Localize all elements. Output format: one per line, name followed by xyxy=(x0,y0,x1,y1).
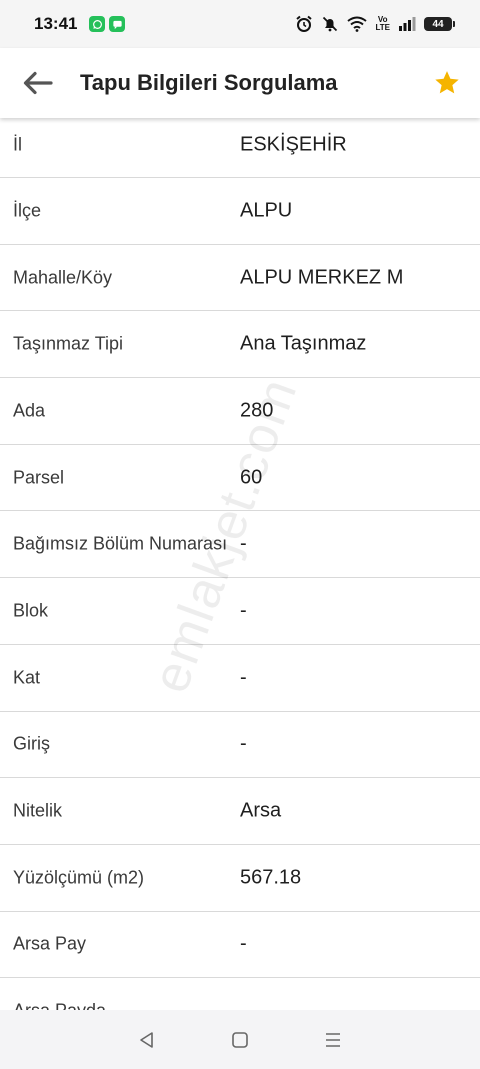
detail-row-yuzolcumu: Yüzölçümü (m2) 567.18 xyxy=(0,845,480,912)
messages-icon xyxy=(109,16,126,32)
row-value: 567.18 xyxy=(240,866,302,889)
notification-icons xyxy=(89,16,126,32)
row-value: - xyxy=(240,932,247,955)
detail-row-parsel: Parsel 60 xyxy=(0,445,480,512)
whatsapp-icon xyxy=(89,16,106,32)
row-label: Blok xyxy=(13,600,49,621)
detail-row-nitelik: Nitelik Arsa xyxy=(0,778,480,845)
row-label: Ada xyxy=(13,400,46,421)
row-label: Bağımsız Bölüm Numarası xyxy=(13,533,228,554)
page-title: Tapu Bilgileri Sorgulama xyxy=(80,70,338,95)
row-value: 280 xyxy=(240,399,274,422)
row-label: Arsa Pay xyxy=(13,933,87,954)
row-value: ESKİŞEHİR xyxy=(240,133,347,155)
arrow-left-icon xyxy=(23,71,53,95)
row-label: Arsa Payda xyxy=(13,1001,106,1010)
alarm-icon xyxy=(296,15,313,32)
row-label: İlçe xyxy=(13,200,42,221)
row-label: İl xyxy=(13,134,22,154)
row-label: Mahalle/Köy xyxy=(13,267,113,288)
detail-row-bagimsiz-bolum: Bağımsız Bölüm Numarası - xyxy=(0,511,480,579)
bell-muted-icon xyxy=(323,16,338,32)
favorite-button[interactable] xyxy=(430,66,464,100)
row-value: - xyxy=(240,732,247,755)
menu-lines-icon xyxy=(326,1032,341,1047)
triangle-back-icon xyxy=(139,1031,153,1048)
nav-home-button[interactable] xyxy=(220,1020,260,1060)
row-label: Kat xyxy=(13,667,41,688)
detail-row-tasinmaz-tipi: Taşınmaz Tipi Ana Taşınmaz xyxy=(0,311,480,379)
square-home-icon xyxy=(232,1031,248,1048)
detail-row-il: İl ESKİŞEHİR xyxy=(0,112,480,178)
row-value: - xyxy=(240,532,247,555)
row-value: ALPU xyxy=(240,199,293,222)
status-time: 13:41 xyxy=(34,14,78,33)
detail-row-ada: Ada 280 xyxy=(0,378,480,445)
volte-indicator: Vo LTE xyxy=(375,16,390,32)
row-value: Arsa xyxy=(240,799,282,822)
row-label: Parsel xyxy=(13,467,65,488)
battery-icon: 44 xyxy=(424,17,455,31)
row-label: Taşınmaz Tipi xyxy=(13,333,124,354)
row-label: Nitelik xyxy=(13,800,63,821)
status-bar: 13:41 Vo LTE 44 xyxy=(0,0,480,48)
detail-row-ilce: İlçe ALPU xyxy=(0,178,480,245)
detail-row-giris: Giriş - xyxy=(0,712,480,779)
app-bar: Tapu Bilgileri Sorgulama xyxy=(0,48,480,118)
row-value: ALPU MERKEZ M xyxy=(240,266,404,289)
detail-row-arsa-payda: Arsa Payda xyxy=(0,978,480,1010)
nav-menu-button[interactable] xyxy=(313,1020,353,1060)
row-value: - xyxy=(240,666,247,689)
detail-row-blok: Blok - xyxy=(0,578,480,645)
detail-row-arsa-pay: Arsa Pay - xyxy=(0,912,480,979)
row-value: - xyxy=(240,599,247,622)
star-icon xyxy=(435,71,459,94)
property-details-list: İl ESKİŞEHİR İlçe ALPU Mahalle/Köy ALPU … xyxy=(0,112,480,1010)
volte-line2: LTE xyxy=(375,23,390,32)
signal-icon xyxy=(399,17,416,31)
system-navigation-bar xyxy=(0,1010,480,1069)
row-value: Ana Taşınmaz xyxy=(240,332,367,355)
row-label: Giriş xyxy=(13,733,50,754)
nav-back-button[interactable] xyxy=(127,1020,167,1060)
row-value: 60 xyxy=(240,466,263,489)
detail-row-kat: Kat - xyxy=(0,645,480,712)
detail-row-mahalle: Mahalle/Köy ALPU MERKEZ M xyxy=(0,245,480,312)
back-button[interactable] xyxy=(18,63,58,103)
row-label: Yüzölçümü (m2) xyxy=(13,867,145,888)
wifi-icon xyxy=(347,16,368,32)
system-icons: Vo LTE 44 xyxy=(295,15,455,33)
